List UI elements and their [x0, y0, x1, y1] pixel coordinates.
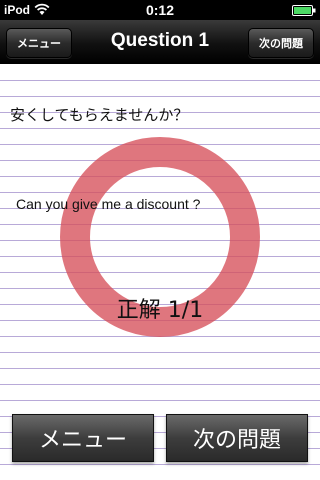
next-question-nav-button[interactable]: 次の問題 — [248, 28, 314, 58]
menu-button[interactable]: メニュー — [12, 414, 154, 462]
status-bar: iPod 0:12 — [0, 0, 320, 20]
answer-english: Can you give me a discount ? — [16, 196, 201, 212]
navigation-bar: メニュー Question 1 次の問題 — [0, 20, 320, 64]
clock: 0:12 — [145, 2, 175, 18]
question-japanese: 安くしてもらえませんか？ — [10, 106, 189, 124]
battery-icon — [292, 5, 316, 16]
score-label: 正解 1/1 — [116, 298, 204, 323]
next-question-button[interactable]: 次の問題 — [166, 414, 308, 462]
